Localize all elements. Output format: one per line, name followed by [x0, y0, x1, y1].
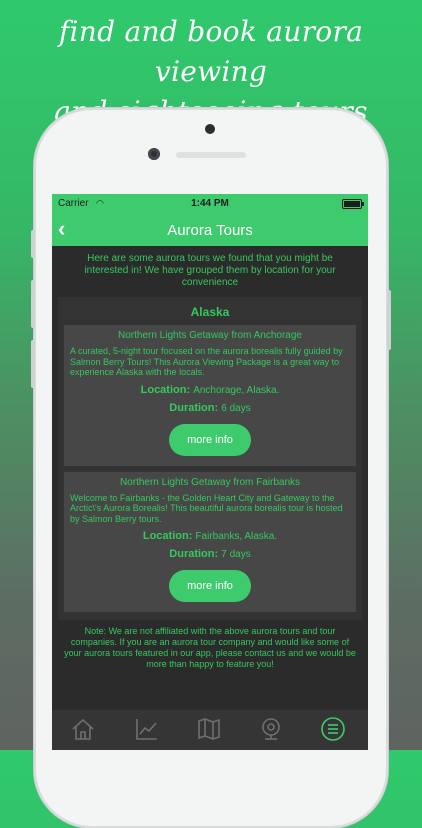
tour-group-alaska: Alaska Northern Lights Getaway from Anch… — [58, 297, 362, 620]
home-icon — [72, 718, 94, 740]
earpiece-speaker — [176, 152, 246, 158]
duration-value: 7 days — [221, 549, 251, 560]
menu-icon — [321, 717, 345, 741]
phone-mute-switch — [31, 230, 35, 258]
phone-camera-dot — [205, 124, 215, 134]
more-info-button[interactable]: more info — [169, 570, 251, 602]
front-camera-icon — [148, 148, 160, 160]
more-info-button[interactable]: more info — [169, 423, 251, 456]
tour-title: Northern Lights Getaway from Fairbanks — [119, 476, 301, 488]
map-icon — [198, 718, 220, 740]
duration-value: 6 days — [221, 402, 251, 414]
page-title: Aurora Tours — [167, 222, 253, 239]
duration-label: Duration: — [169, 548, 219, 560]
location-value: Anchorage, Alaska. — [193, 384, 280, 396]
tab-chart[interactable] — [134, 716, 164, 746]
intro-text: Here are some aurora tours we found that… — [84, 253, 336, 288]
group-title: Alaska — [190, 305, 230, 319]
promo-line-1: find and book aurora viewing — [58, 15, 364, 88]
webcam-icon — [262, 718, 280, 740]
tour-location: Location: Fairbanks, Alaska. — [70, 530, 350, 542]
location-label: Location: — [140, 383, 191, 396]
tour-card: Northern Lights Getaway from Anchorage A… — [64, 325, 356, 466]
tour-duration: Duration: 6 days — [70, 402, 350, 414]
tab-home[interactable] — [70, 716, 100, 746]
tab-menu[interactable] — [320, 716, 350, 746]
status-bar: Carrier ◠ 1:44 PM — [52, 194, 368, 214]
tab-webcam[interactable] — [258, 716, 288, 746]
app-screen: Carrier ◠ 1:44 PM ‹ Aurora Tours Here ar… — [52, 194, 368, 750]
battery-icon — [342, 199, 364, 209]
tour-duration: Duration: 7 days — [70, 548, 350, 560]
location-label: Location: — [142, 530, 193, 542]
location-value: Fairbanks, Alaska. — [195, 531, 278, 542]
nav-bar: ‹ Aurora Tours — [52, 214, 368, 246]
tour-description: A curated, 5-night tour focused on the a… — [70, 346, 343, 377]
phone-volume-down — [31, 340, 35, 388]
phone-power-button — [387, 290, 391, 350]
tour-location: Location: Anchorage, Alaska. — [70, 384, 350, 396]
tour-card: Northern Lights Getaway from Fairbanks W… — [64, 471, 356, 612]
tab-bar — [52, 709, 368, 750]
tab-map[interactable] — [196, 716, 226, 746]
tour-description: Welcome to Fairbanks - the Golden Heart … — [70, 492, 343, 524]
tour-title: Northern Lights Getaway from Anchorage — [118, 330, 302, 341]
phone-volume-up — [31, 280, 35, 328]
disclaimer-note: Note: We are not affiliated with the abo… — [64, 626, 356, 669]
status-time: 1:44 PM — [191, 198, 229, 209]
chart-icon — [136, 719, 157, 740]
duration-label: Duration: — [169, 401, 219, 414]
